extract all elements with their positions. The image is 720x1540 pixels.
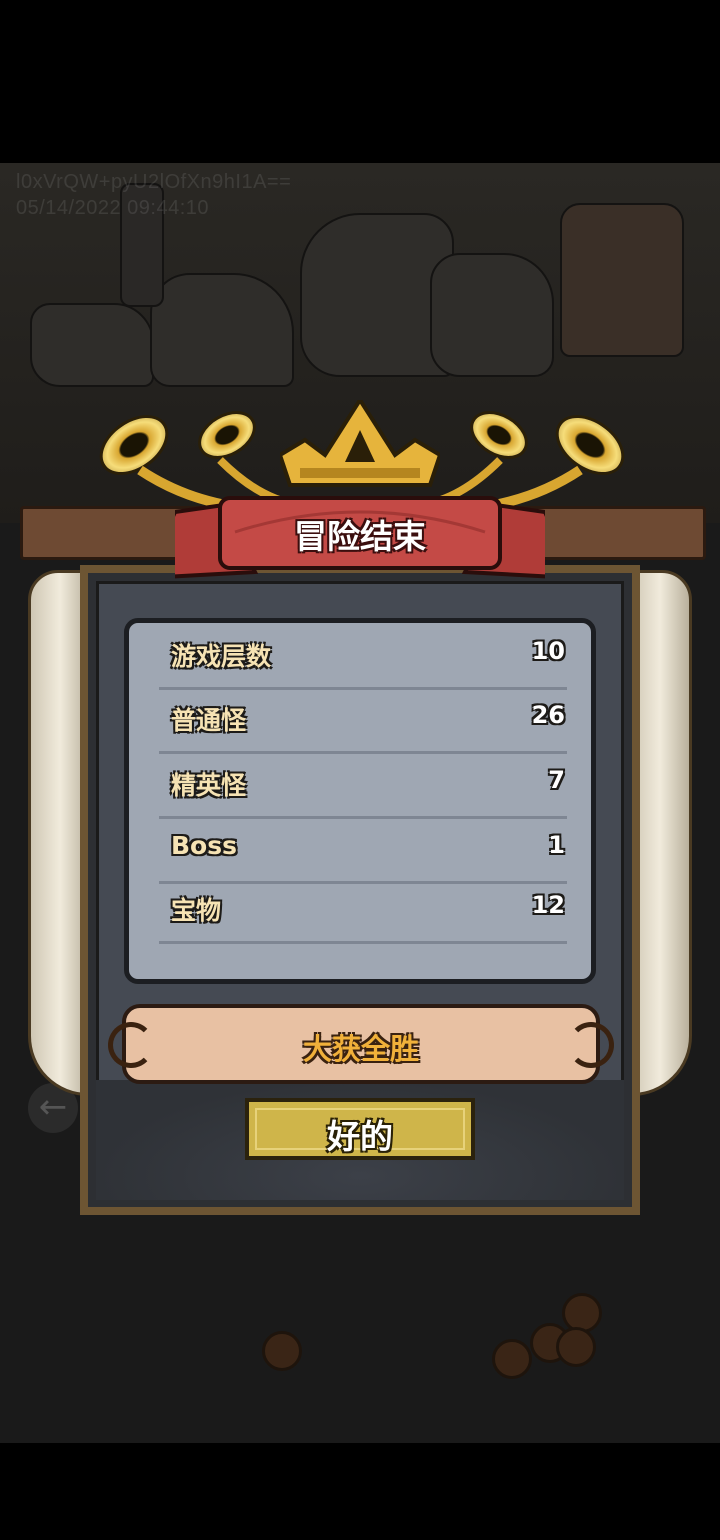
rock bbox=[30, 303, 154, 387]
stat-row: Boss 1 bbox=[159, 817, 567, 884]
stat-value: 12 bbox=[531, 891, 565, 919]
ok-button-label: 好的 bbox=[327, 1117, 393, 1156]
coin-icon bbox=[492, 1339, 532, 1379]
rock bbox=[150, 273, 294, 387]
stat-label: 普通怪 bbox=[171, 706, 247, 735]
stat-label: 游戏层数 bbox=[171, 642, 272, 671]
stat-value: 1 bbox=[548, 831, 565, 859]
watermark-line2: 05/14/2022 09:44:10 bbox=[16, 197, 210, 219]
coin-icon bbox=[556, 1327, 596, 1367]
dialog-title: 冒险结束 bbox=[294, 517, 426, 556]
stat-value: 26 bbox=[531, 701, 565, 729]
ok-button[interactable]: 好的 bbox=[245, 1098, 475, 1160]
stat-value: 7 bbox=[548, 766, 565, 794]
stats-panel: 游戏层数 10 普通怪 26 精英怪 7 Boss 1 宝物 12 bbox=[124, 618, 596, 984]
stat-label: Boss bbox=[171, 831, 237, 860]
title-banner: 冒险结束 bbox=[175, 492, 545, 588]
stat-label: 宝物 bbox=[171, 896, 222, 925]
coin-icon bbox=[262, 1331, 302, 1371]
stat-row: 游戏层数 10 bbox=[159, 623, 567, 690]
stat-value: 10 bbox=[531, 637, 565, 665]
result-scroll: 大获全胜 bbox=[108, 1004, 614, 1084]
adventure-end-dialog: 冒险结束 游戏层数 10 普通怪 26 精英怪 7 Boss 1 宝物 12 大… bbox=[0, 380, 720, 1230]
watermark-line1: l0xVrQW+pyU2lOfXn9hI1A== bbox=[16, 171, 292, 193]
rock bbox=[430, 253, 554, 377]
stat-row: 普通怪 26 bbox=[159, 687, 567, 754]
stat-row: 精英怪 7 bbox=[159, 752, 567, 819]
wooden-stakes bbox=[560, 203, 684, 357]
result-text: 大获全胜 bbox=[302, 1032, 419, 1066]
stat-label: 精英怪 bbox=[171, 771, 247, 800]
stat-row: 宝物 12 bbox=[159, 877, 567, 944]
crown-icon bbox=[280, 400, 440, 487]
